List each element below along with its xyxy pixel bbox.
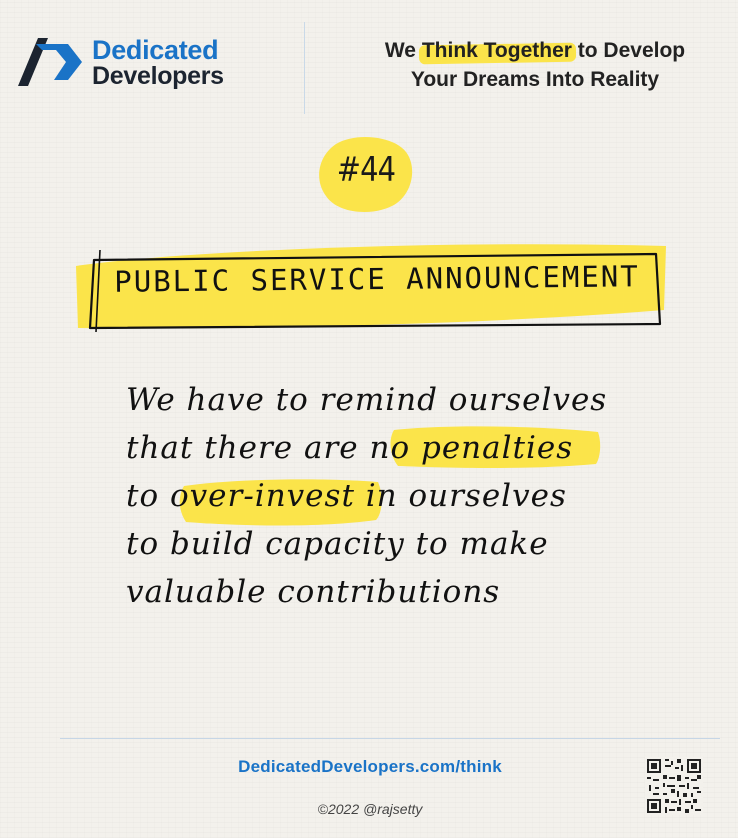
message-line: to build capacity to make	[126, 526, 549, 562]
logo-text-dedicated: Dedicated	[92, 35, 219, 65]
tagline-line2: Your Dreams Into Reality	[410, 68, 660, 91]
tagline: We Think Together to Develop Your Dreams…	[340, 36, 730, 94]
site-url-link[interactable]: DedicatedDevelopers.com/think	[180, 757, 560, 777]
tagline-prefix: We	[384, 39, 422, 62]
handwritten-message: We have to remind ourselves that there a…	[126, 376, 686, 616]
qr-code-icon[interactable]	[645, 757, 703, 815]
tagline-suffix: to Develop	[571, 39, 686, 62]
footer-divider	[60, 738, 720, 739]
brand-logo[interactable]: Dedicated Developers	[16, 34, 256, 94]
issue-number: #44	[336, 150, 396, 190]
logo-text-developers: Developers	[92, 62, 224, 90]
banner-title: PUBLIC SERVICE ANNOUNCEMENT	[114, 259, 640, 299]
copyright-text: ©2022 @rajsetty	[317, 801, 423, 817]
message-line: that there are no penalties	[126, 430, 574, 466]
tagline-highlight: Think Together	[422, 36, 572, 65]
message-line: to over-invest in ourselves	[126, 478, 567, 514]
message-line: We have to remind ourselves	[126, 382, 608, 418]
dedicated-developers-logo-icon	[18, 38, 82, 86]
message-line: valuable contributions	[126, 574, 501, 610]
header-divider	[304, 22, 305, 114]
